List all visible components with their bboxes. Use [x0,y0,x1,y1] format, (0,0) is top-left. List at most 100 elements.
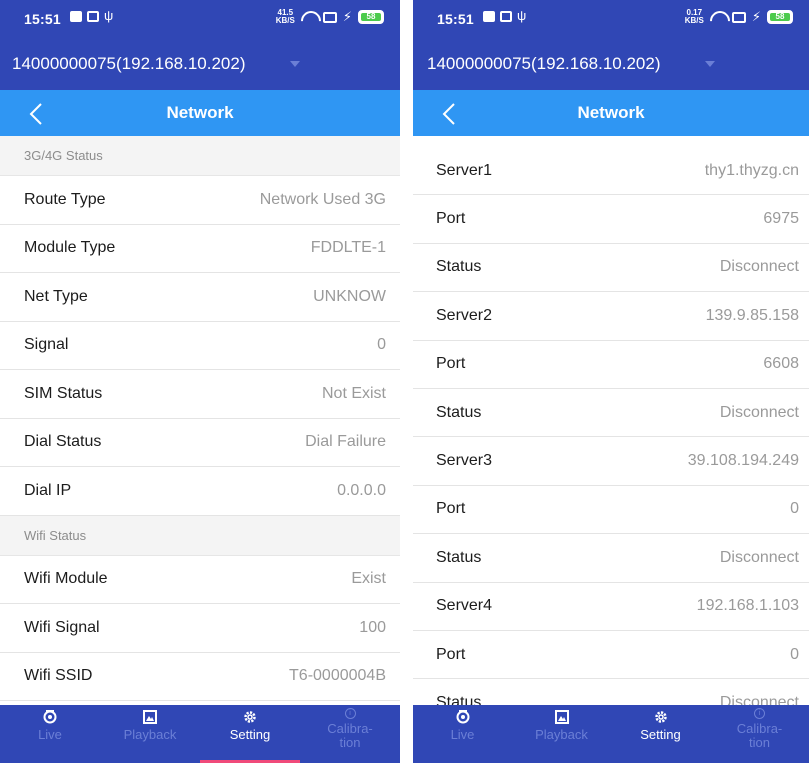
row-value: Disconnect [719,548,799,566]
row-value: 39.108.194.249 [687,452,799,470]
network-speed: 0.17 KB/S [684,8,704,25]
camera-icon [42,709,58,725]
mail-notification-icon [87,10,99,22]
list-item-server3[interactable]: Server3 39.108.194.249 [413,437,809,486]
tab-playback[interactable]: Playback [100,705,200,763]
list-item-sim-status[interactable]: SIM Status Not Exist [0,370,400,419]
row-label: Port [436,210,466,228]
row-value: Disconnect [719,258,799,276]
charging-icon: ⚡ [342,9,352,24]
row-label: Server1 [436,161,493,179]
camera-icon [455,709,471,725]
row-label: Server2 [436,306,493,324]
list-item-net-type[interactable]: Net Type UNKNOW [0,273,400,322]
tab-live[interactable]: Live [413,705,512,763]
list-item-status[interactable]: Status Disconnect [413,534,809,583]
row-label: Dial Status [24,433,102,451]
mail-notification-icon [500,10,512,22]
row-value: Disconnect [719,693,799,705]
row-label: Port [436,645,466,663]
row-label: Module Type [24,239,116,257]
list-item-module-type[interactable]: Module Type FDDLTE-1 [0,224,400,273]
device-selector[interactable]: 14000000075(192.168.10.202) [0,38,400,90]
row-value: Exist [351,570,386,588]
row-label: SIM Status [24,384,103,402]
dropdown-caret-icon[interactable] [705,61,715,67]
list-item-wifi-module[interactable]: Wifi Module Exist [0,555,400,604]
row-value: T6-0000004B [289,667,386,685]
section-header: 3G/4G Status [0,136,400,176]
status-time: 15:51 [437,11,474,27]
charging-icon: ⚡ [751,9,761,24]
tab-label: Live [450,727,475,742]
row-label: Status [436,548,482,566]
row-label: Server3 [436,452,493,470]
row-label: Wifi SSID [24,667,93,685]
list-item-port[interactable]: Port 0 [413,630,809,680]
list-item-route-type[interactable]: Route Type Network Used 3G [0,176,400,225]
status-bar: 15:51 ψ 41.5 KB/S ⚡ 58 [0,0,400,38]
row-label: Dial IP [24,481,72,499]
list-item-signal[interactable]: Signal 0 [0,321,400,370]
info-icon: i [344,708,356,719]
list-item-status[interactable]: Status Disconnect [413,679,809,705]
list-item-status[interactable]: Status Disconnect [413,388,809,438]
info-icon: i [754,708,765,719]
title-bar: Network [0,90,400,136]
tab-playback[interactable]: Playback [512,705,611,763]
status-time: 15:51 [24,11,61,27]
tab-label: Playback [123,727,177,742]
section-header: Wifi Status [0,515,400,556]
image-icon [554,709,570,725]
row-value: 0 [790,500,799,518]
bottom-tab-bar: Live Playback Setting i Calibra-tion [413,705,809,763]
tab-live[interactable]: Live [0,705,100,763]
row-value: UNKNOW [313,287,386,305]
list-item-port[interactable]: Port 6975 [413,195,809,244]
list-item-port[interactable]: Port 0 [413,485,809,535]
row-label: Signal [24,336,69,354]
dropdown-caret-icon[interactable] [290,61,300,67]
gallery-notification-icon [483,10,495,22]
row-label: Port [436,500,466,518]
row-value: Network Used 3G [259,190,386,208]
list-item-status[interactable]: Status Disconnect [413,243,809,293]
usb-icon: ψ [517,8,527,23]
screen-icon [731,11,746,23]
server-status-list[interactable]: Server1 thy1.thyzg.cn Port 6975 Status D… [413,147,809,705]
row-label: Wifi Module [24,570,108,588]
list-item-wifi-ssid[interactable]: Wifi SSID T6-0000004B [0,652,400,701]
device-selector[interactable]: 14000000075(192.168.10.202) [413,38,809,90]
row-value: 0.0.0.0 [337,481,386,499]
list-item-wifi-signal[interactable]: Wifi Signal 100 [0,604,400,653]
row-value: Disconnect [719,403,799,421]
network-status-list[interactable]: 3G/4G Status Route Type Network Used 3G … [0,136,400,705]
battery-icon: 58 [358,10,384,24]
row-value: 139.9.85.158 [705,306,799,324]
tab-label: Setting [640,727,681,742]
list-item-dial-status[interactable]: Dial Status Dial Failure [0,418,400,467]
list-item-server2[interactable]: Server2 139.9.85.158 [413,292,809,341]
page-title: Network [166,103,234,122]
row-value: 0 [790,645,799,663]
tab-calibration[interactable]: i Calibra-tion [710,705,809,763]
list-item-server4[interactable]: Server4 192.168.1.103 [413,582,809,631]
row-label: Port [436,355,466,373]
list-item-server1[interactable]: Server1 thy1.thyzg.cn [413,147,809,196]
row-label: Status [436,258,482,276]
right-phone-screen: 15:51 ψ 0.17 KB/S ⚡ 58 14000000075(192.16… [413,0,809,763]
image-icon [142,709,158,725]
gear-icon [653,709,669,725]
bottom-tab-bar: Live Playback Setting i Calibra-tion [0,705,400,763]
tab-calibration[interactable]: i Calibra-tion [300,705,400,763]
screen-icon [322,11,337,23]
row-value: 0 [377,336,386,354]
row-label: Net Type [24,287,88,305]
row-label: Status [436,693,482,705]
tab-setting[interactable]: Setting [200,705,300,763]
list-item-dial-ip[interactable]: Dial IP 0.0.0.0 [0,467,400,516]
wifi-icon [301,11,317,23]
list-item-port[interactable]: Port 6608 [413,340,809,389]
tab-setting[interactable]: Setting [611,705,710,763]
tab-label: Calibra-tion [327,721,373,750]
